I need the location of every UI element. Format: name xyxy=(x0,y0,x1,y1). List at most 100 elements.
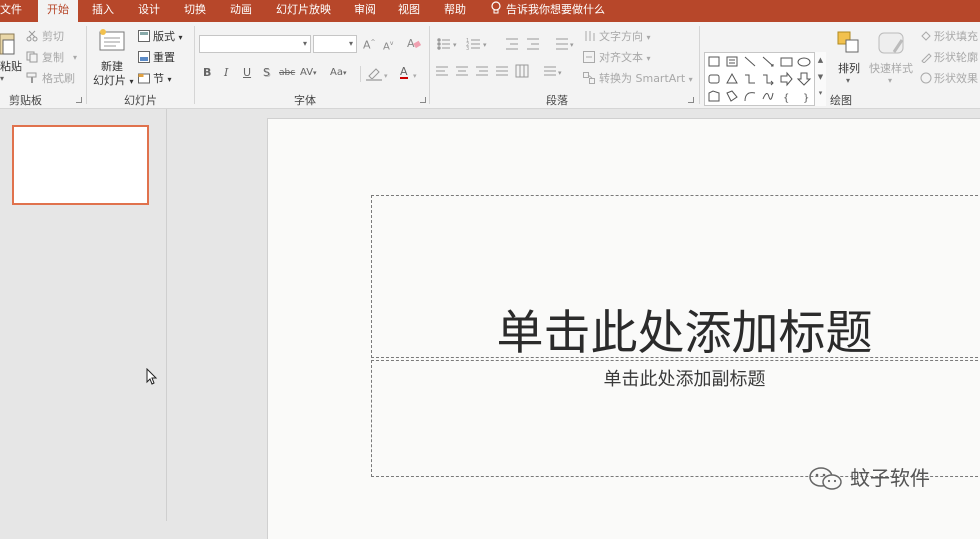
subtitle-placeholder-text: 单击此处添加副标题 xyxy=(603,369,766,390)
group-separator xyxy=(429,26,430,104)
shape-fill-button[interactable]: 形状填充 xyxy=(934,30,978,44)
copy-button[interactable]: 复制 xyxy=(42,51,64,65)
tab-design[interactable]: 设计 xyxy=(138,0,164,22)
textbox-shape-icon xyxy=(708,56,720,67)
paragraph-group-label: 段落 xyxy=(546,94,568,107)
svg-text:▾: ▾ xyxy=(483,41,487,49)
section-label: 节 xyxy=(153,72,164,85)
shapes-gallery[interactable]: { } xyxy=(704,52,826,106)
align-text-icon xyxy=(583,51,595,63)
layout-button[interactable]: 版式 ▾ xyxy=(153,30,183,45)
gallery-up-arrow[interactable]: ▲ xyxy=(815,52,826,69)
character-spacing-button[interactable]: AV▾ xyxy=(300,66,317,80)
svg-text:{: { xyxy=(783,93,789,104)
mouse-cursor-icon xyxy=(146,368,158,385)
tab-slideshow[interactable]: 幻灯片放映 xyxy=(276,0,334,22)
character-spacing-label: AV xyxy=(300,67,314,78)
section-button[interactable]: 节 ▾ xyxy=(153,72,172,87)
svg-text:▾: ▾ xyxy=(570,41,574,49)
font-name-caret: ▾ xyxy=(302,39,307,48)
tab-home[interactable]: 开始 xyxy=(38,0,78,22)
copy-icon xyxy=(26,51,38,63)
clipboard-group-label: 剪贴板 xyxy=(9,94,42,107)
tab-transitions[interactable]: 切换 xyxy=(184,0,210,22)
tab-file[interactable]: 文件 xyxy=(0,0,22,22)
new-slide-button[interactable]: 幻灯片 ▾ xyxy=(93,74,134,89)
reset-button[interactable]: 重置 xyxy=(153,51,175,65)
quick-styles-caret[interactable]: ▾ xyxy=(888,74,892,88)
convert-smartart-button[interactable]: 转换为 SmartArt ▾ xyxy=(599,72,693,87)
tab-view[interactable]: 视图 xyxy=(398,0,424,22)
font-size-caret: ▾ xyxy=(348,39,353,48)
align-text-label: 对齐文本 xyxy=(599,51,643,64)
slide-thumbnail-1[interactable] xyxy=(12,125,149,205)
shape-outline-button[interactable]: 形状轮廓 xyxy=(934,51,978,65)
new-slide-label-1[interactable]: 新建 xyxy=(101,60,123,74)
tab-help[interactable]: 帮助 xyxy=(444,0,470,22)
gallery-more-button[interactable]: ▾ xyxy=(815,86,826,100)
smartart-label: 转换为 SmartArt xyxy=(599,72,686,85)
clear-formatting-icon[interactable]: A xyxy=(407,36,421,50)
font-dialog-launcher[interactable] xyxy=(420,97,426,103)
copy-dropdown-caret[interactable]: ▾ xyxy=(73,51,77,65)
font-name-combo[interactable]: ▾ xyxy=(199,35,311,53)
font-divider xyxy=(360,66,361,82)
text-direction-label: 文字方向 xyxy=(599,30,643,43)
lightbulb-icon xyxy=(491,1,501,14)
svg-text:3: 3 xyxy=(466,46,469,52)
shapes-gallery-scroll[interactable]: ▲ ▼ ▾ xyxy=(814,52,826,106)
ribbon-tab-bar: 文件 开始 插入 设计 切换 动画 幻灯片放映 审阅 视图 帮助 告诉我你想要做… xyxy=(0,0,980,22)
slides-group-label: 幻灯片 xyxy=(124,94,157,107)
strikethrough-button[interactable]: abc xyxy=(279,66,295,80)
new-slide-caret: ▾ xyxy=(129,77,134,86)
bold-button[interactable]: B xyxy=(203,66,211,80)
section-icon xyxy=(138,73,150,84)
highlight-color-caret[interactable]: ▾ xyxy=(384,69,388,83)
italic-button[interactable]: I xyxy=(224,66,228,80)
align-text-button[interactable]: 对齐文本 ▾ xyxy=(599,51,651,66)
subtitle-placeholder[interactable]: 单击此处添加副标题 xyxy=(371,360,980,477)
underline-button[interactable]: U xyxy=(243,66,251,80)
font-color-button[interactable]: A xyxy=(400,66,408,79)
arrange-caret[interactable]: ▾ xyxy=(846,74,850,88)
paragraph-tools: ▾ 1 2 3 ▾ ▾ ▾ xyxy=(436,38,574,78)
tell-me-search[interactable]: 告诉我你想要做什么 xyxy=(490,0,605,22)
text-shadow-button[interactable]: S xyxy=(263,66,270,80)
change-case-button[interactable]: Aa▾ xyxy=(330,66,346,80)
layout-icon xyxy=(138,30,150,42)
svg-text:▾: ▾ xyxy=(558,69,562,77)
tab-insert[interactable]: 插入 xyxy=(92,0,118,22)
shape-effects-button[interactable]: 形状效果 xyxy=(934,72,978,86)
svg-text:A: A xyxy=(407,37,415,50)
shape-effects-icon xyxy=(920,72,932,84)
reset-icon xyxy=(138,51,150,63)
tab-animations[interactable]: 动画 xyxy=(230,0,256,22)
shapes-gallery-icons: { } xyxy=(708,56,812,104)
cut-button[interactable]: 剪切 xyxy=(42,30,64,44)
drawing-group-label: 绘图 xyxy=(830,94,852,107)
shape-outline-icon xyxy=(921,53,932,63)
tab-review[interactable]: 审阅 xyxy=(354,0,380,22)
font-color-caret[interactable]: ▾ xyxy=(413,69,417,83)
paste-icon[interactable] xyxy=(0,30,16,62)
cut-icon xyxy=(26,30,38,42)
smartart-icon xyxy=(583,72,595,84)
group-separator xyxy=(194,26,195,104)
gallery-down-arrow[interactable]: ▼ xyxy=(815,69,826,86)
decrease-font-size-button[interactable]: Av xyxy=(383,37,393,54)
group-separator xyxy=(86,26,87,104)
title-placeholder[interactable]: 单击此处添加标题 xyxy=(371,195,980,361)
paste-dropdown-caret[interactable]: ▾ xyxy=(0,72,4,86)
font-size-combo[interactable]: ▾ xyxy=(313,35,357,53)
clipboard-dialog-launcher[interactable] xyxy=(76,97,82,103)
text-direction-button[interactable]: 文字方向 ▾ xyxy=(599,30,651,45)
change-case-label: Aa xyxy=(330,67,343,78)
shape-fill-icon xyxy=(921,31,931,41)
svg-text:▾: ▾ xyxy=(453,41,457,49)
layout-caret: ▾ xyxy=(178,33,183,42)
title-placeholder-text: 单击此处添加标题 xyxy=(496,306,873,361)
paragraph-dialog-launcher[interactable] xyxy=(688,97,694,103)
format-painter-button[interactable]: 格式刷 xyxy=(42,72,75,86)
increase-font-size-button[interactable]: A^ xyxy=(363,36,376,53)
highlight-color-icon[interactable] xyxy=(366,66,384,81)
